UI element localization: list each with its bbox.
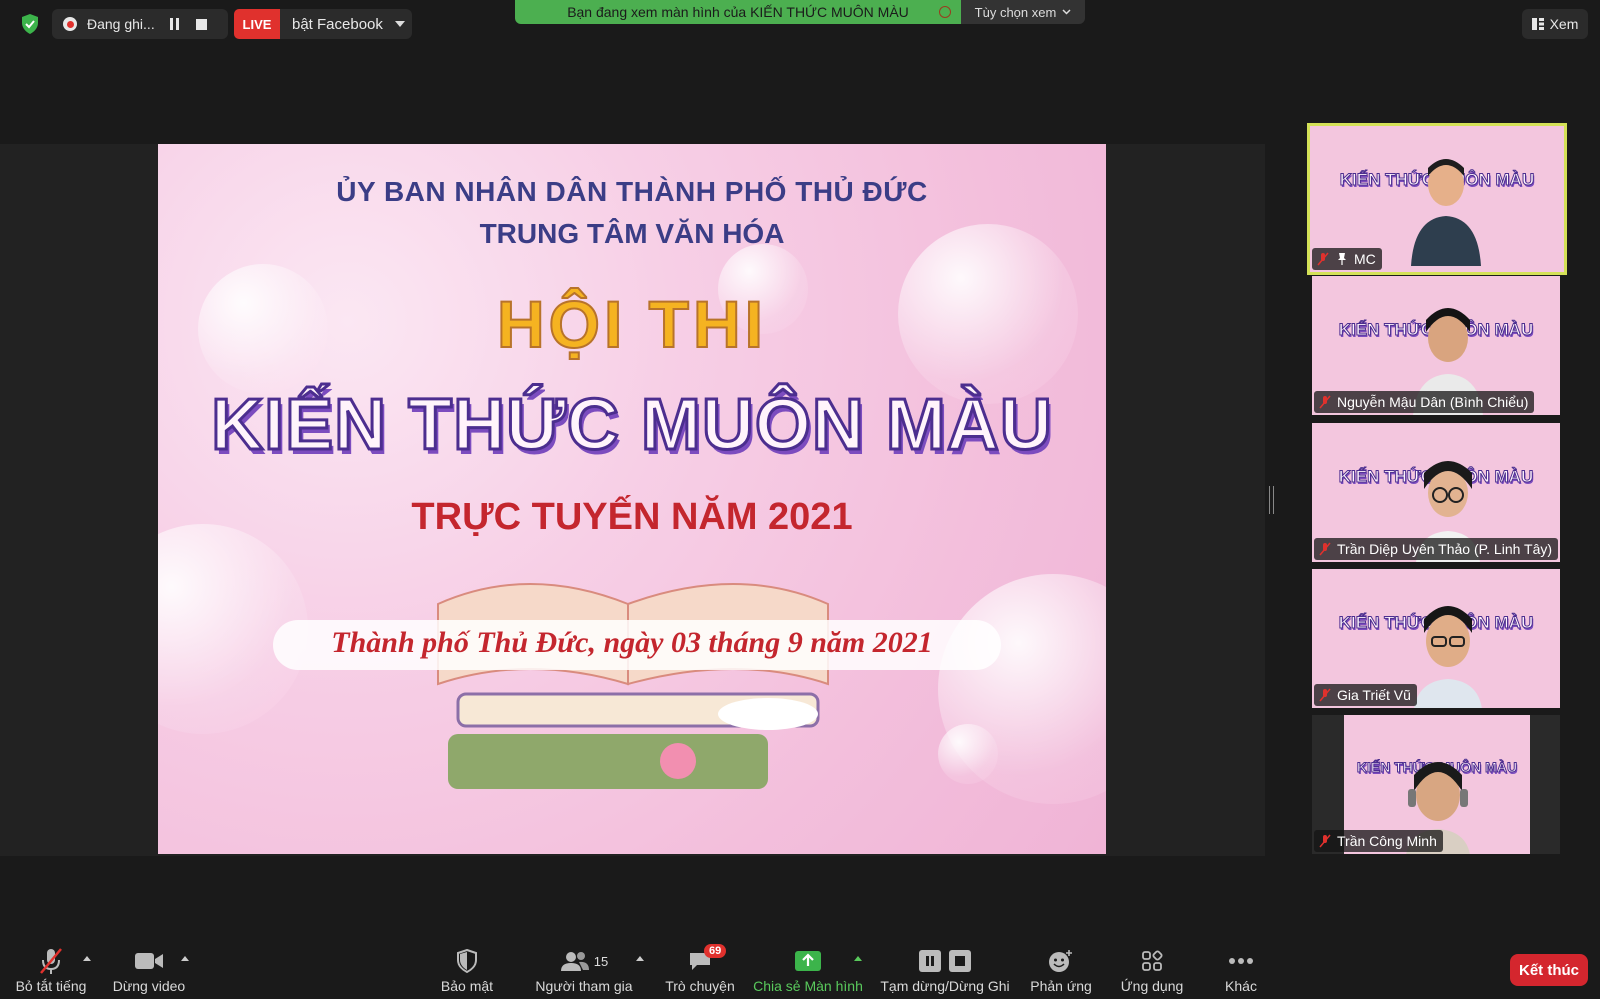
muted-mic-icon	[1319, 834, 1331, 848]
participant-name: Trần Diệp Uyên Thảo (P. Linh Tây)	[1337, 541, 1553, 557]
apps-button[interactable]: Ứng dụng	[1112, 940, 1192, 999]
security-button[interactable]: Bảo mật	[432, 940, 502, 999]
meeting-toolbar: Bỏ tắt tiếng Dừng video Bảo mật 15 Người…	[0, 940, 1600, 999]
participant-tile[interactable]: KIẾN THỨC MUÔN MÀU Gia Triết Vũ	[1312, 569, 1560, 708]
slide-line-2: TRUNG TÂM VĂN HÓA	[479, 218, 785, 249]
view-options-label: Tùy chọn xem	[974, 4, 1057, 20]
reactions-label: Phản ứng	[1030, 978, 1092, 994]
apps-label: Ứng dụng	[1120, 978, 1184, 994]
pause-icon	[919, 950, 941, 972]
muted-mic-icon	[1319, 688, 1331, 702]
participant-name: MC	[1354, 251, 1376, 267]
pause-stop-icons	[919, 946, 971, 976]
slide-title: KIẾN THỨC MUÔN MÀU	[210, 384, 1054, 467]
panel-resize-handle[interactable]	[1269, 486, 1274, 514]
recording-indicator: Đang ghi...	[52, 9, 228, 39]
slide-line-1: ỦY BAN NHÂN DÂN THÀNH PHỐ THỦ ĐỨC	[336, 176, 928, 207]
chevron-down-icon	[1062, 9, 1071, 15]
stop-video-button[interactable]: Dừng video	[108, 940, 190, 999]
video-person	[1411, 159, 1481, 266]
share-screen-label: Chia sẻ Màn hình	[753, 978, 863, 994]
pause-stop-record-button[interactable]: Tạm dừng/Dừng Ghi	[880, 940, 1010, 999]
muted-mic-icon	[1319, 542, 1331, 556]
live-stream-label: bật Facebook	[292, 15, 383, 33]
book-illustration	[437, 583, 829, 789]
live-stream-control[interactable]: LIVE bật Facebook	[234, 9, 412, 39]
layout-icon	[1531, 18, 1544, 30]
bubble-decoration	[938, 724, 998, 784]
chat-unread-badge: 69	[704, 944, 727, 958]
apps-icon	[1141, 946, 1163, 976]
participants-label: Người tham gia	[535, 978, 633, 994]
video-camera-icon	[134, 946, 164, 976]
pause-record-label: Tạm dừng/Dừng Ghi	[880, 978, 1010, 994]
view-button[interactable]: Xem	[1522, 9, 1588, 39]
video-options-caret[interactable]	[181, 956, 189, 961]
view-options-button[interactable]: Tùy chọn xem	[961, 0, 1085, 24]
share-screen-icon	[794, 946, 822, 976]
participant-name-tag: Trần Diệp Uyên Thảo (P. Linh Tây)	[1314, 538, 1559, 560]
chat-button[interactable]: 69 Trò chuyện	[658, 940, 742, 999]
video-person	[1414, 606, 1482, 708]
slide-date: Thành phố Thủ Đức, ngày 03 tháng 9 năm 2…	[331, 626, 933, 659]
more-button[interactable]: Khác	[1212, 940, 1270, 999]
chat-label: Trò chuyện	[665, 978, 735, 994]
participant-name: Trần Công Minh	[1337, 833, 1437, 849]
share-banner-text: Bạn đang xem màn hình của KIẾN THỨC MUÔN…	[567, 4, 909, 20]
pause-recording-button[interactable]	[165, 14, 185, 34]
shield-check-icon[interactable]	[20, 13, 40, 35]
share-screen-button[interactable]: Chia sẻ Màn hình	[752, 940, 864, 999]
participants-button[interactable]: 15 Người tham gia	[530, 940, 638, 999]
participant-tile[interactable]: KIẾN THỨC MUÔN MÀU Nguyễn Mậu Dân (Bình …	[1312, 276, 1560, 415]
participants-count: 15	[593, 953, 609, 969]
reactions-button[interactable]: Phản ứng	[1024, 940, 1098, 999]
muted-mic-icon	[1319, 395, 1331, 409]
mute-label: Bỏ tắt tiếng	[15, 978, 87, 994]
shared-slide: ỦY BAN NHÂN DÂN THÀNH PHỐ THỦ ĐỨC TRUNG …	[158, 144, 1106, 854]
live-badge: LIVE	[234, 9, 280, 39]
mute-button[interactable]: Bỏ tắt tiếng	[10, 940, 92, 999]
smiley-icon	[1048, 946, 1074, 976]
participant-name-tag: Gia Triết Vũ	[1314, 684, 1417, 706]
participant-tile[interactable]: KIẾN THỨC MUÔN MÀU Trần Diệp Uyên Thảo (…	[1312, 423, 1560, 562]
muted-mic-icon	[1317, 252, 1329, 266]
participant-tile[interactable]: KIẾN THỨC MUÔN MÀU MC	[1307, 123, 1567, 275]
end-meeting-button[interactable]: Kết thúc	[1510, 954, 1588, 986]
more-dots-icon	[1228, 946, 1254, 976]
stop-recording-button[interactable]	[191, 14, 211, 34]
caret-down-icon[interactable]	[394, 21, 405, 27]
stop-icon	[949, 950, 971, 972]
share-options-caret[interactable]	[854, 956, 862, 961]
participant-name-tag: MC	[1312, 248, 1382, 270]
participant-tile[interactable]: KIẾN THỨC MUÔN MÀU Trần Công Minh	[1312, 715, 1560, 854]
more-label: Khác	[1225, 978, 1257, 994]
recording-label: Đang ghi...	[87, 16, 155, 32]
pin-icon	[1338, 253, 1346, 265]
participants-options-caret[interactable]	[636, 956, 644, 961]
muted-mic-icon	[38, 946, 64, 976]
slide-hoi-thi: HỘI THI	[496, 286, 767, 362]
participant-name: Gia Triết Vũ	[1337, 687, 1411, 703]
participant-name-tag: Nguyễn Mậu Dân (Bình Chiểu)	[1314, 391, 1535, 413]
view-button-label: Xem	[1549, 16, 1579, 32]
record-dot-icon	[63, 17, 77, 31]
participant-name-tag: Trần Công Minh	[1314, 830, 1443, 852]
share-indicator-icon	[939, 6, 951, 18]
participants-icon: 15	[560, 946, 608, 976]
top-bar: Đang ghi... LIVE bật Facebook Bạn đang x…	[0, 0, 1600, 48]
audio-options-caret[interactable]	[83, 956, 91, 961]
participant-name: Nguyễn Mậu Dân (Bình Chiểu)	[1337, 394, 1529, 410]
slide-subtitle: TRỰC TUYẾN NĂM 2021	[411, 496, 853, 538]
share-banner: Bạn đang xem màn hình của KIẾN THỨC MUÔN…	[515, 0, 961, 24]
shield-icon	[456, 946, 478, 976]
stop-video-label: Dừng video	[112, 978, 186, 994]
security-label: Bảo mật	[440, 978, 494, 994]
